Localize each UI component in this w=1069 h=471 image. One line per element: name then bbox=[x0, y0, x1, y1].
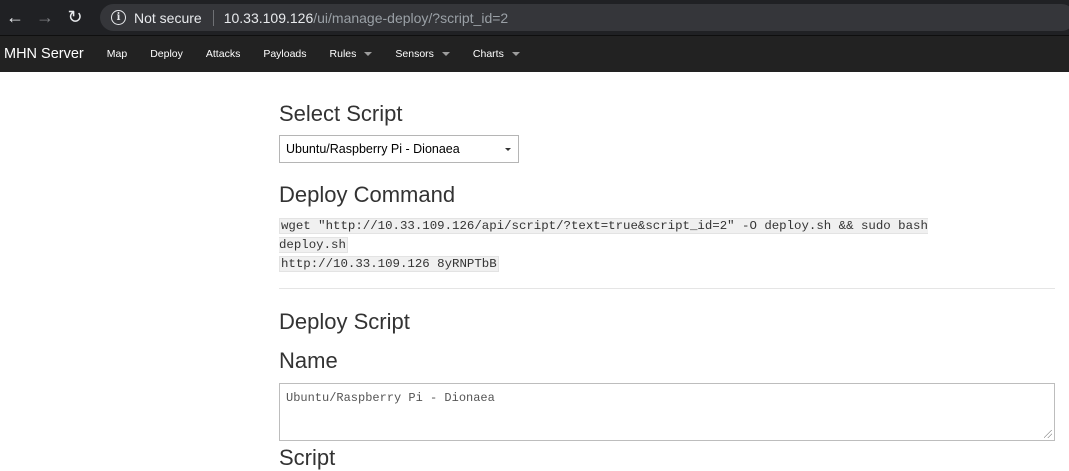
nav-map[interactable]: Map bbox=[107, 48, 127, 60]
forward-arrow-icon[interactable]: → bbox=[30, 3, 60, 33]
script-select-value: Ubuntu/Raspberry Pi - Dionaea bbox=[286, 142, 460, 156]
select-script-heading: Select Script bbox=[279, 101, 403, 126]
reload-icon[interactable]: ↻ bbox=[60, 3, 90, 33]
omnibox-separator bbox=[212, 9, 214, 26]
not-secure-label: Not secure bbox=[134, 9, 202, 26]
browser-toolbar: ← → ↻ i Not secure 10.33.109.126/ui/mana… bbox=[0, 0, 1069, 35]
nav-label: Attacks bbox=[205, 48, 241, 60]
url-host: 10.33.109.126 bbox=[223, 9, 314, 26]
nav-label: Sensors bbox=[395, 48, 434, 60]
deploy-script-heading: Deploy Script bbox=[279, 309, 410, 334]
deploy-command-line1: wget "http://10.33.109.126/api/script/?t… bbox=[279, 218, 928, 253]
nav-label: Map bbox=[106, 48, 128, 60]
caret-down-icon bbox=[364, 52, 373, 56]
resize-handle-icon[interactable] bbox=[1044, 430, 1052, 438]
nav-label: Charts bbox=[472, 48, 504, 60]
brand-link[interactable]: MHN Server bbox=[4, 46, 84, 62]
deploy-command-heading: Deploy Command bbox=[279, 182, 456, 207]
back-arrow-icon[interactable]: ← bbox=[0, 3, 30, 33]
nav-attacks[interactable]: Attacks bbox=[206, 48, 240, 60]
nav-deploy[interactable]: Deploy bbox=[150, 48, 183, 60]
caret-down-icon bbox=[441, 52, 450, 56]
address-bar[interactable]: i Not secure 10.33.109.126/ui/manage-dep… bbox=[100, 4, 1069, 31]
name-textarea-value: Ubuntu/Raspberry Pi - Dionaea bbox=[286, 391, 495, 405]
nav-sensors-dropdown[interactable]: Sensors bbox=[395, 48, 450, 60]
deploy-command-code[interactable]: wget "http://10.33.109.126/api/script/?t… bbox=[279, 217, 979, 274]
section-divider bbox=[279, 288, 1055, 289]
script-select[interactable]: Ubuntu/Raspberry Pi - Dionaea bbox=[279, 135, 519, 163]
url-path: /ui/manage-deploy/?script_id=2 bbox=[313, 9, 509, 26]
dropdown-arrow-icon bbox=[505, 147, 511, 151]
caret-down-icon bbox=[511, 52, 520, 56]
deploy-command-line2: http://10.33.109.126 8yRNPTbB bbox=[279, 256, 499, 272]
script-label: Script bbox=[279, 445, 336, 470]
nav-label: Deploy bbox=[150, 48, 183, 60]
nav-charts-dropdown[interactable]: Charts bbox=[473, 48, 520, 60]
info-icon[interactable]: i bbox=[111, 10, 126, 25]
nav-label: Rules bbox=[329, 48, 357, 60]
nav-label: Payloads bbox=[263, 48, 307, 60]
app-navbar: MHN Server Map Deploy Attacks Payloads R… bbox=[0, 35, 1069, 72]
name-label: Name bbox=[279, 348, 338, 373]
nav-payloads[interactable]: Payloads bbox=[263, 48, 306, 60]
name-textarea[interactable]: Ubuntu/Raspberry Pi - Dionaea bbox=[279, 383, 1055, 441]
nav-rules-dropdown[interactable]: Rules bbox=[330, 48, 373, 60]
